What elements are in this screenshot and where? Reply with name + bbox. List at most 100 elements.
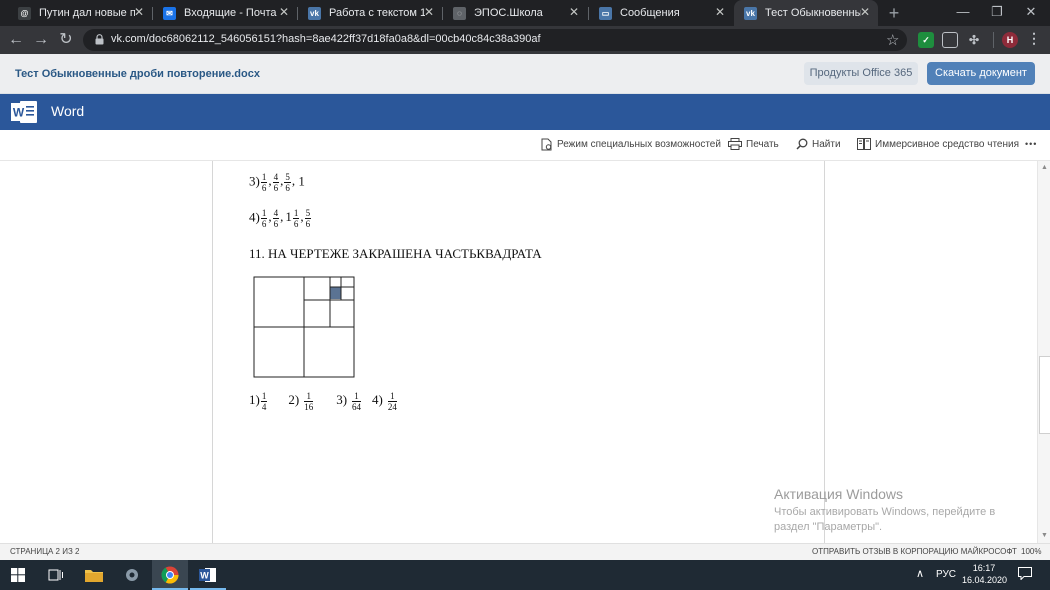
- question-11: 11. НА ЧЕРТЕЖЕ ЗАКРАШЕНА ЧАСТЬКВАДРАТА: [249, 246, 542, 261]
- scroll-down-icon[interactable]: ▼: [1040, 531, 1049, 540]
- fraction: 46: [272, 208, 280, 229]
- start-button[interactable]: [0, 560, 36, 590]
- fraction-numerator: 4: [272, 172, 280, 183]
- scrollbar-thumb[interactable]: [1039, 356, 1050, 434]
- gear-icon: [126, 569, 138, 581]
- taskbar-clock[interactable]: 16:17 16.04.2020: [962, 562, 1008, 586]
- new-tab-button[interactable]: +: [883, 3, 905, 23]
- answer-option: 4) 1 24: [372, 391, 398, 412]
- tab-title: Входящие - Почта Mail: [184, 7, 280, 19]
- print-button[interactable]: Печать: [728, 138, 779, 150]
- fraction-denominator: 6: [305, 219, 311, 229]
- reload-icon[interactable]: ↻: [54, 27, 78, 53]
- doc-title: Тест Обыкновенные дроби повторение.docx: [15, 68, 260, 80]
- answer-label: 3): [336, 392, 348, 408]
- square-diagram: [253, 276, 355, 378]
- immersive-reader-button[interactable]: Иммерсивное средство чтения: [857, 138, 1019, 150]
- accessibility-mode-button[interactable]: Режим специальных возможностей: [541, 138, 721, 151]
- print-label: Печать: [746, 138, 779, 150]
- search-icon: [796, 138, 808, 150]
- tab-close-icon[interactable]: ✕: [715, 6, 725, 19]
- answer-label: 2): [288, 392, 300, 408]
- svg-text:W: W: [200, 571, 209, 581]
- taskbar-file-explorer[interactable]: [76, 560, 112, 590]
- browser-tab[interactable]: vk Работа с текстом 15.04✕: [298, 0, 442, 26]
- answer-options: 1) 1 4 2) 1 16 3) 1 64 4) 1 24: [249, 391, 408, 412]
- fraction-numerator: 5: [284, 172, 291, 183]
- fraction: 16: [260, 208, 268, 229]
- tab-separator: [297, 7, 298, 20]
- separator-comma: ,: [291, 173, 296, 189]
- tab-close-icon[interactable]: ✕: [569, 6, 579, 19]
- browser-tab[interactable]: @ Путин дал новые пору✕: [8, 0, 152, 26]
- browser-tab[interactable]: ◌ ЭПОС.Школа ✕: [443, 0, 587, 26]
- bookmark-star-icon[interactable]: ☆: [886, 31, 899, 49]
- windows-logo-icon: [11, 568, 25, 582]
- answer-fraction: 1 16: [304, 391, 314, 412]
- answer-label: 4): [372, 392, 383, 408]
- office365-button[interactable]: Продукты Office 365: [804, 62, 918, 85]
- browser-menu-icon[interactable]: ⋮: [1027, 30, 1041, 47]
- option-4-label: 4): [249, 209, 260, 225]
- fraction-denominator: 6: [273, 183, 279, 193]
- browser-tab[interactable]: ✉ Входящие - Почта Mail✕: [153, 0, 297, 26]
- notifications-icon[interactable]: [1018, 567, 1032, 581]
- tab-close-icon[interactable]: ✕: [279, 6, 289, 19]
- keyboard-language[interactable]: РУС: [936, 569, 956, 580]
- browser-tab[interactable]: ▭ Сообщения ✕: [589, 0, 733, 26]
- answer-fraction: 14: [260, 391, 268, 412]
- browser-tab[interactable]: vk Тест Обыкновенные д✕: [734, 0, 878, 26]
- page-indicator: СТРАНИЦА 2 ИЗ 2: [10, 547, 80, 556]
- tab-separator: [442, 7, 443, 20]
- zoom-level[interactable]: 100%: [1021, 547, 1041, 556]
- profile-avatar[interactable]: Н: [1002, 32, 1018, 48]
- maximize-icon[interactable]: ❐: [980, 0, 1014, 26]
- fraction: 16: [292, 208, 300, 229]
- word-taskbar-icon: W: [199, 568, 216, 582]
- tab-close-icon[interactable]: ✕: [134, 6, 144, 19]
- extension-puzzle-icon[interactable]: ✣: [966, 32, 982, 48]
- minimize-icon[interactable]: —: [946, 0, 980, 26]
- tab-close-icon[interactable]: ✕: [860, 6, 870, 19]
- fraction-numerator: 1: [304, 391, 314, 402]
- fraction: 16: [260, 172, 268, 193]
- word-logo-icon: W: [11, 101, 37, 123]
- fraction-numerator: 1: [260, 391, 268, 402]
- extension-check-icon[interactable]: ✓: [918, 32, 934, 48]
- document-scrollbar[interactable]: [1037, 161, 1050, 543]
- taskbar-settings-app[interactable]: [114, 560, 150, 590]
- clock-time: 16:17: [972, 563, 996, 573]
- answer-fraction: 1 24: [387, 391, 397, 412]
- tab-title: Работа с текстом 15.04: [329, 7, 425, 19]
- find-label: Найти: [812, 138, 841, 150]
- forward-icon[interactable]: →: [29, 27, 53, 53]
- more-options-button[interactable]: •••: [1025, 139, 1037, 149]
- tab-favicon-icon: ✉: [163, 6, 176, 20]
- taskbar-chrome[interactable]: [152, 560, 188, 590]
- tray-chevron-icon[interactable]: ∧: [916, 567, 924, 580]
- option-4-line: 4) 1 6, 4 6, 1 1 6, 5 6: [249, 208, 312, 229]
- tab-close-icon[interactable]: ✕: [424, 6, 434, 19]
- close-window-icon[interactable]: ✕: [1014, 0, 1048, 26]
- option-3-whole: 1: [298, 173, 305, 189]
- tab-favicon-icon: vk: [744, 6, 757, 20]
- scroll-up-icon[interactable]: ▲: [1040, 163, 1049, 172]
- back-icon[interactable]: ←: [4, 27, 28, 53]
- accessibility-doc-icon: [541, 138, 552, 151]
- folder-icon: [85, 570, 103, 582]
- tab-title: ЭПОС.Школа: [474, 7, 543, 19]
- page-border-left: [212, 161, 213, 543]
- taskbar-word[interactable]: W: [190, 560, 226, 590]
- fraction-denominator: 6: [285, 183, 290, 193]
- feedback-link[interactable]: ОТПРАВИТЬ ОТЗЫВ В КОРПОРАЦИЮ МАЙКРОСОФТ: [812, 547, 1017, 556]
- url-text[interactable]: vk.com/doc68062112_546056151?hash=8ae422…: [111, 33, 541, 45]
- mixed-number-whole: 1: [285, 209, 292, 225]
- extension-shield-icon[interactable]: [942, 32, 958, 48]
- fraction-numerator: 1: [352, 391, 362, 402]
- answer-option: 2) 1 16: [288, 391, 314, 412]
- clock-date: 16.04.2020: [962, 575, 1008, 585]
- fraction-numerator: 1: [260, 172, 268, 183]
- task-view-button[interactable]: [38, 560, 74, 590]
- find-button[interactable]: Найти: [796, 138, 841, 150]
- download-button[interactable]: Скачать документ: [927, 62, 1035, 85]
